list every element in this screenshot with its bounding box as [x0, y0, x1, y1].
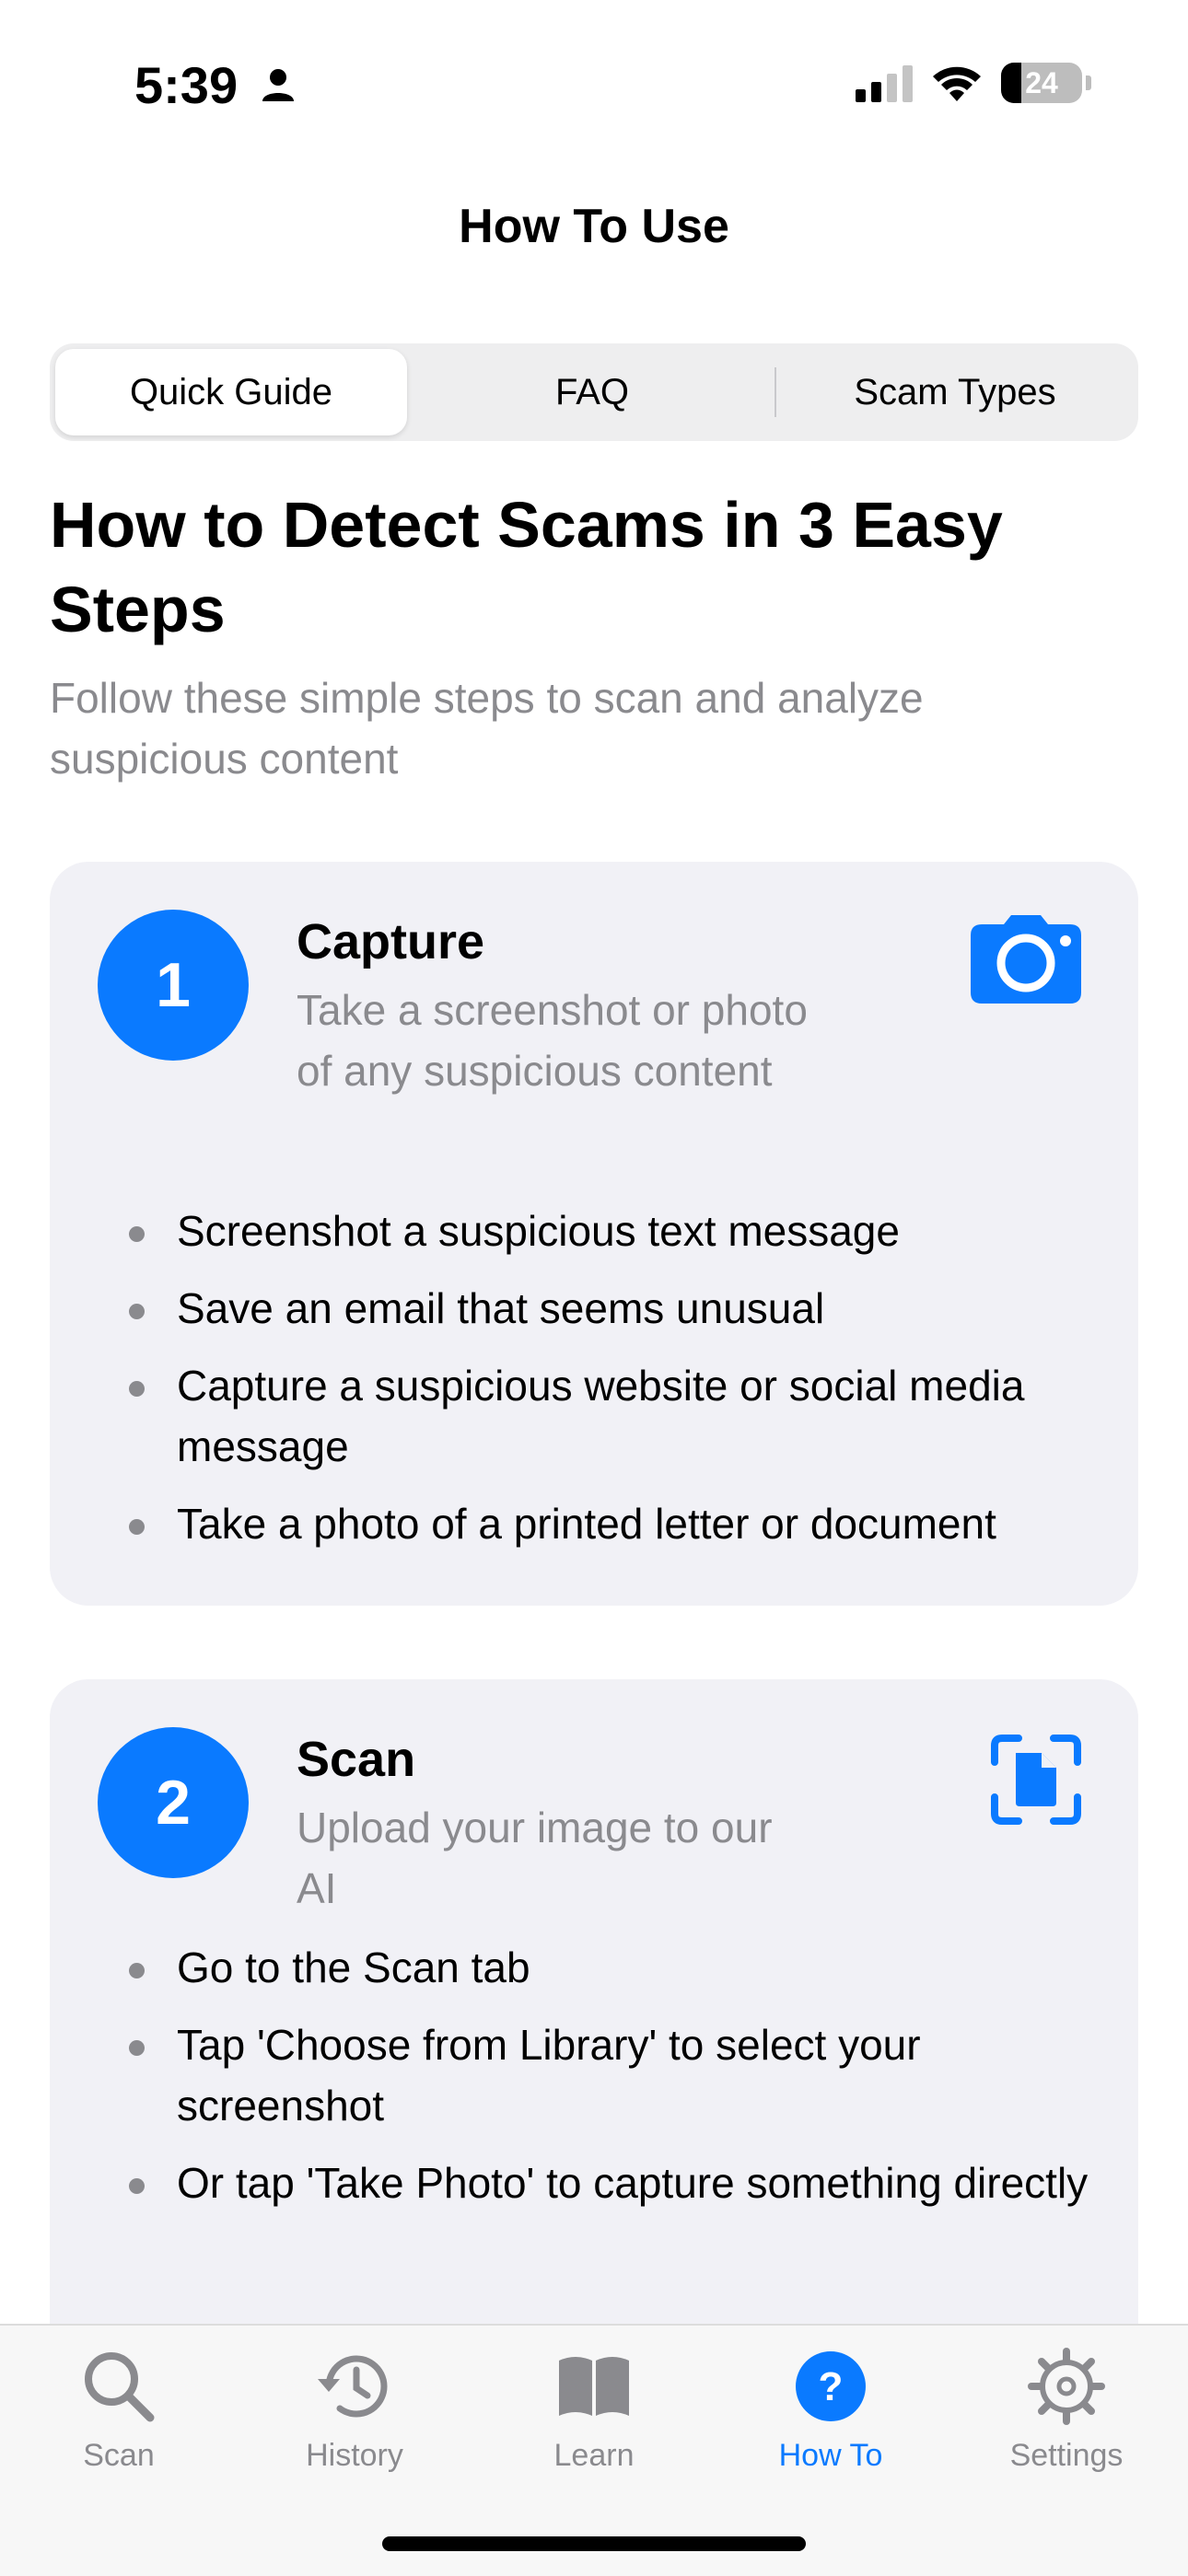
home-indicator[interactable]	[382, 2536, 806, 2551]
step-title: Scan	[297, 1732, 416, 1787]
step-card-capture: 1 Capture Take a screenshot or photo of …	[50, 862, 1138, 1606]
step-description: Upload your image to our AI	[297, 1804, 773, 1912]
wifi-icon	[933, 66, 981, 101]
list-item: Capture a suspicious website or social m…	[129, 1355, 1105, 1477]
camera-icon	[971, 915, 1081, 1004]
tab-label: Settings	[1009, 2438, 1124, 2473]
list-item: Take a photo of a printed letter or docu…	[129, 1493, 1105, 1554]
tab-history[interactable]: History	[262, 2348, 447, 2474]
segment-faq[interactable]: FAQ	[411, 349, 774, 435]
list-item: Or tap 'Take Photo' to capture something…	[129, 2152, 1105, 2213]
list-item: Save an email that seems unusual	[129, 1278, 1105, 1339]
tab-scan[interactable]: Scan	[27, 2348, 211, 2474]
question-mark-circle-icon: ?	[796, 2351, 866, 2421]
battery-indicator: 24	[1001, 63, 1082, 103]
svg-text:?: ?	[819, 2364, 844, 2409]
step-title: Capture	[297, 914, 485, 969]
tab-how-to[interactable]: ? How To	[739, 2348, 923, 2474]
tab-label: Scan	[83, 2438, 155, 2473]
tab-label: History	[306, 2438, 403, 2473]
gear-icon	[1028, 2348, 1105, 2425]
document-scan-icon	[991, 1735, 1081, 1825]
step-bullet-list: Go to the Scan tab Tap 'Choose from Libr…	[129, 1937, 1105, 2230]
tab-settings[interactable]: Settings	[974, 2348, 1159, 2474]
book-icon	[559, 2357, 629, 2416]
tab-label: Learn	[553, 2438, 635, 2473]
tab-learn[interactable]: Learn	[502, 2348, 686, 2474]
guide-subtitle: Follow these simple steps to scan and an…	[50, 674, 924, 783]
segment-quick-guide[interactable]: Quick Guide	[55, 349, 407, 435]
history-clock-icon	[318, 2355, 388, 2418]
battery-percentage: 24	[1025, 65, 1058, 99]
person-icon	[262, 69, 294, 101]
list-item: Screenshot a suspicious text message	[129, 1201, 1105, 1261]
segment-label: FAQ	[554, 371, 630, 412]
magnifying-glass-icon	[85, 2352, 155, 2422]
step-number-badge: 2	[98, 1727, 249, 1878]
step-bullet-list: Screenshot a suspicious text message Sav…	[129, 1201, 1105, 1571]
segment-scam-types[interactable]: Scam Types	[777, 349, 1133, 435]
segment-label: Scam Types	[854, 371, 1056, 412]
step-card-scan: 2 Scan Upload your image to our AI Go to…	[50, 1679, 1138, 2379]
tab-label: How To	[778, 2438, 883, 2473]
list-item: Go to the Scan tab	[129, 1937, 1105, 1998]
list-item: Tap 'Choose from Library' to select your…	[129, 2014, 1105, 2136]
segment-divider	[775, 367, 776, 417]
cellular-signal-icon	[856, 65, 913, 102]
guide-heading: How to Detect Scams in 3 Easy Steps	[50, 489, 1003, 645]
step-description: Take a screenshot or photo of any suspic…	[297, 986, 808, 1095]
step-number-badge: 1	[98, 910, 249, 1061]
status-time: 5:39	[134, 56, 239, 114]
page-title: How To Use	[459, 200, 729, 253]
segmented-control: Quick Guide FAQ Scam Types	[50, 343, 1138, 441]
status-indicators: 24	[856, 63, 1091, 103]
segment-label: Quick Guide	[129, 371, 333, 412]
